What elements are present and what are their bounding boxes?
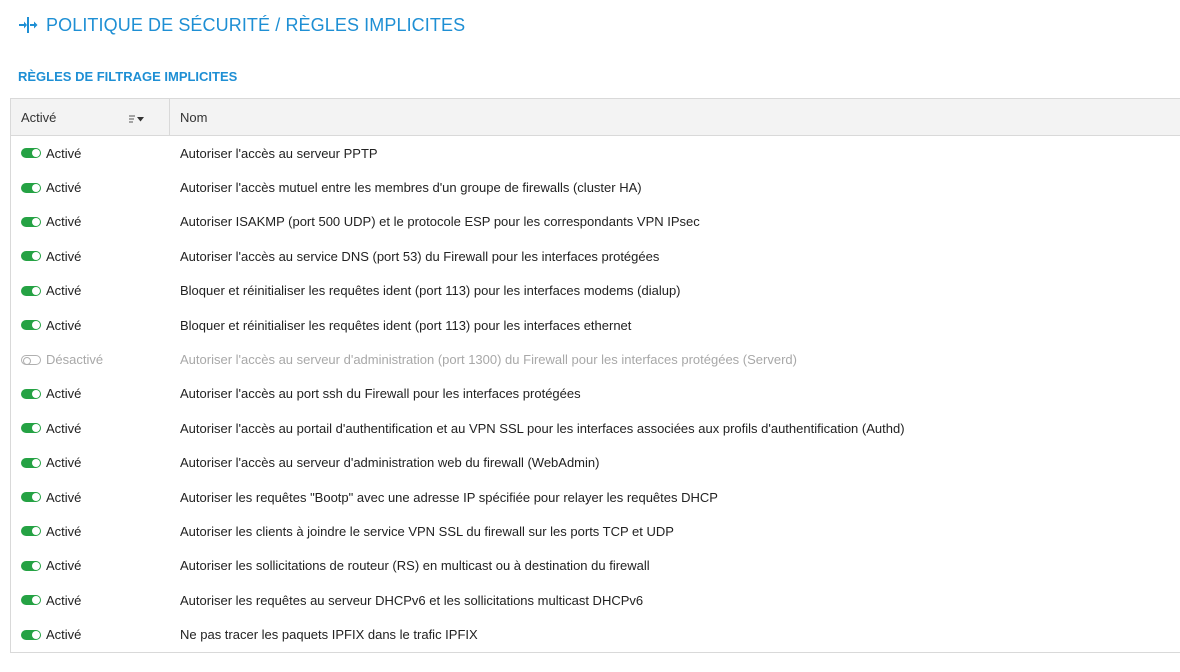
toggle-on-icon[interactable] — [21, 182, 41, 193]
rule-name-cell: Autoriser les requêtes au serveur DHCPv6… — [180, 592, 644, 608]
status-label: Activé — [46, 592, 82, 608]
column-header-active-label: Activé — [21, 109, 57, 125]
rule-name-cell: Ne pas tracer les paquets IPFIX dans le … — [180, 627, 478, 643]
toggle-on-icon[interactable] — [21, 423, 41, 434]
status-label: Activé — [46, 214, 82, 230]
table-row[interactable]: Activé Autoriser ISAKMP (port 500 UDP) et… — [11, 205, 1180, 239]
rule-name-cell: Autoriser les requêtes "Bootp" avec une … — [180, 489, 718, 505]
rule-name-cell: Autoriser l'accès au port ssh du Firewal… — [180, 386, 581, 402]
status-label: Activé — [46, 145, 82, 161]
status-label: Activé — [46, 180, 82, 196]
table-row[interactable]: Activé Autoriser les requêtes "Bootp" ave… — [11, 480, 1180, 514]
status-label: Activé — [46, 627, 82, 643]
sort-menu-icon[interactable] — [129, 112, 145, 123]
toggle-on-icon[interactable] — [21, 320, 41, 331]
rule-name-cell: Autoriser l'accès au serveur PPTP — [180, 145, 378, 161]
status-cell[interactable]: Activé — [11, 583, 170, 617]
rule-name-cell: Bloquer et réinitialiser les requêtes id… — [180, 317, 632, 333]
toggle-on-icon[interactable] — [21, 148, 41, 159]
toggle-on-icon[interactable] — [21, 492, 41, 503]
table-row[interactable]: Activé Autoriser l'accès mutuel entre les… — [11, 170, 1180, 204]
table-row[interactable]: Activé Autoriser les sollicitations de ro… — [11, 549, 1180, 583]
toggle-on-icon[interactable] — [21, 285, 41, 296]
status-cell[interactable]: Activé — [11, 136, 170, 170]
status-label: Désactivé — [46, 352, 104, 368]
table-row[interactable]: Activé Ne pas tracer les paquets IPFIX da… — [11, 617, 1180, 651]
status-cell[interactable]: Activé — [11, 239, 170, 273]
section-title: RÈGLES DE FILTRAGE IMPLICITES — [18, 69, 238, 84]
page-header: POLITIQUE DE SÉCURITÉ / RÈGLES IMPLICITE… — [18, 10, 465, 40]
status-label: Activé — [46, 386, 82, 402]
grid-header: Activé Nom — [11, 99, 1180, 136]
toggle-on-icon[interactable] — [21, 216, 41, 227]
status-cell[interactable]: Activé — [11, 377, 170, 411]
policy-icon — [18, 15, 38, 35]
status-label: Activé — [46, 455, 82, 471]
status-cell[interactable]: Activé — [11, 411, 170, 445]
status-label: Activé — [46, 523, 82, 539]
status-cell[interactable]: Activé — [11, 514, 170, 548]
status-cell[interactable]: Activé — [11, 205, 170, 239]
toggle-on-icon[interactable] — [21, 457, 41, 468]
table-row[interactable]: Activé Autoriser les clients à joindre le… — [11, 514, 1180, 548]
status-cell[interactable]: Activé — [11, 274, 170, 308]
implicit-rules-grid: Activé Nom Activé Autoriser l'accès au se… — [10, 98, 1180, 653]
status-label: Activé — [46, 317, 82, 333]
status-label: Activé — [46, 420, 82, 436]
status-label: Activé — [46, 558, 82, 574]
toggle-on-icon[interactable] — [21, 629, 41, 640]
rule-name-cell: Autoriser l'accès au portail d'authentif… — [180, 420, 905, 436]
rule-name-cell: Autoriser l'accès au service DNS (port 5… — [180, 248, 660, 264]
toggle-on-icon[interactable] — [21, 595, 41, 606]
rule-name-cell: Autoriser les sollicitations de routeur … — [180, 558, 650, 574]
page-title: POLITIQUE DE SÉCURITÉ / RÈGLES IMPLICITE… — [46, 14, 466, 35]
toggle-on-icon[interactable] — [21, 251, 41, 262]
grid-body: Activé Autoriser l'accès au serveur PPTP A… — [11, 136, 1180, 652]
table-row[interactable]: Activé Autoriser l'accès au serveur PPTP — [11, 136, 1180, 170]
table-row[interactable]: Activé Autoriser l'accès au portail d'aut… — [11, 411, 1180, 445]
table-row[interactable]: Activé Autoriser les requêtes au serveur … — [11, 583, 1180, 617]
status-cell[interactable]: Activé — [11, 446, 170, 480]
rule-name-cell: Autoriser l'accès au serveur d'administr… — [180, 352, 797, 368]
table-row[interactable]: Activé Bloquer et réinitialiser les requê… — [11, 308, 1180, 342]
status-label: Activé — [46, 248, 82, 264]
status-cell[interactable]: Activé — [11, 170, 170, 204]
rule-name-cell: Autoriser l'accès mutuel entre les membr… — [180, 180, 642, 196]
status-cell[interactable]: Activé — [11, 480, 170, 514]
column-header-active[interactable]: Activé — [11, 99, 170, 135]
table-row[interactable]: Activé Autoriser l'accès au serveur d'adm… — [11, 446, 1180, 480]
toggle-on-icon[interactable] — [21, 560, 41, 571]
table-row[interactable]: Activé Autoriser l'accès au service DNS (… — [11, 239, 1180, 273]
rule-name-cell: Autoriser les clients à joindre le servi… — [180, 523, 674, 539]
status-label: Activé — [46, 283, 82, 299]
status-cell[interactable]: Activé — [11, 308, 170, 342]
table-row[interactable]: Activé Bloquer et réinitialiser les requê… — [11, 274, 1180, 308]
rule-name-cell: Autoriser ISAKMP (port 500 UDP) et le pr… — [180, 214, 700, 230]
status-cell[interactable]: Désactivé — [11, 342, 170, 376]
status-cell[interactable]: Activé — [11, 549, 170, 583]
table-row[interactable]: Activé Autoriser l'accès au port ssh du F… — [11, 377, 1180, 411]
toggle-on-icon[interactable] — [21, 388, 41, 399]
status-cell[interactable]: Activé — [11, 617, 170, 651]
rule-name-cell: Autoriser l'accès au serveur d'administr… — [180, 455, 600, 471]
toggle-off-icon[interactable] — [21, 354, 41, 365]
toggle-on-icon[interactable] — [21, 526, 41, 537]
column-header-name[interactable]: Nom — [170, 99, 1180, 135]
table-row[interactable]: Désactivé Autoriser l'accès au serveur d'… — [11, 342, 1180, 376]
rule-name-cell: Bloquer et réinitialiser les requêtes id… — [180, 283, 681, 299]
status-label: Activé — [46, 489, 82, 505]
